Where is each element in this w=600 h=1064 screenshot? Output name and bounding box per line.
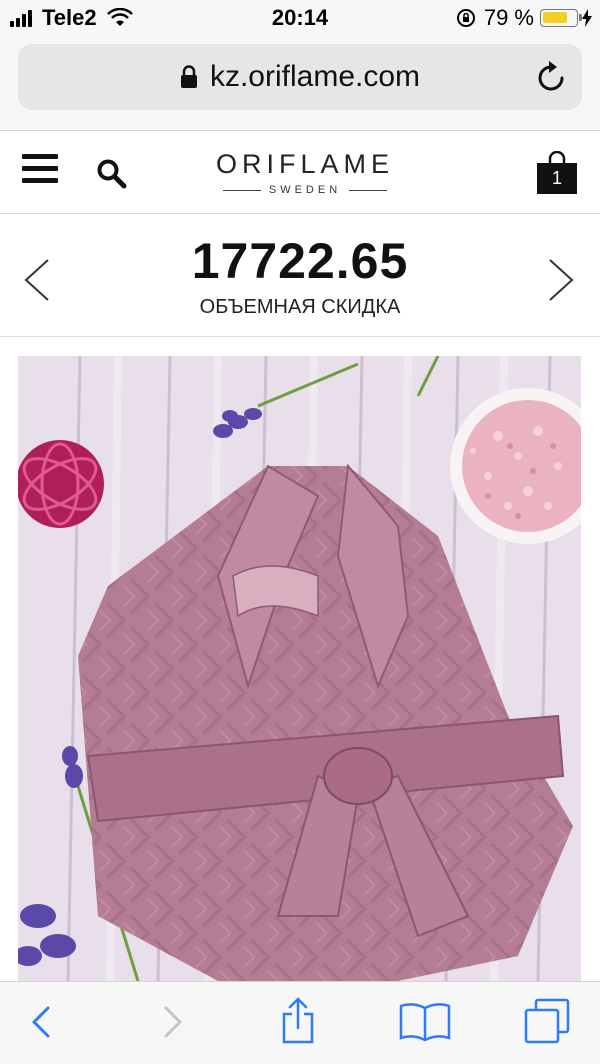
charging-icon: [582, 9, 592, 27]
cart-button[interactable]: 1: [536, 151, 578, 195]
oriflame-logo[interactable]: ORIFLAME SWEDEN: [200, 149, 410, 196]
search-icon[interactable]: [96, 158, 128, 190]
rotation-lock-icon: [456, 9, 475, 27]
lock-icon: [180, 65, 197, 88]
reload-icon[interactable]: [536, 60, 568, 94]
cart-count: 1: [551, 168, 562, 188]
hamburger-menu-icon[interactable]: [22, 154, 58, 186]
address-bar[interactable]: kz.oriflame.com: [18, 44, 582, 110]
promo-amount: 17722.65: [191, 233, 409, 289]
battery-percent: 79 %: [483, 5, 534, 30]
product-image[interactable]: [18, 356, 581, 981]
share-icon[interactable]: [278, 996, 318, 1046]
status-bar: Tele2 20:14 79 %: [0, 0, 600, 36]
promo-label: ОБЪЕМНАЯ СКИДКА: [199, 296, 401, 318]
chevron-right-icon[interactable]: [546, 258, 576, 302]
bookmarks-icon[interactable]: [398, 1000, 452, 1044]
logo-sub: SWEDEN: [268, 184, 342, 196]
logo-brand: ORIFLAME: [215, 149, 395, 179]
bathrobe-image: [18, 356, 581, 981]
url-text: kz.oriflame.com: [209, 60, 421, 93]
forward-icon[interactable]: [158, 1000, 188, 1044]
site-header: ORIFLAME SWEDEN 1: [0, 131, 600, 214]
back-icon[interactable]: [26, 1000, 56, 1044]
browser-toolbar: [0, 981, 600, 1064]
battery-icon: [540, 9, 582, 27]
promo-banner: 17722.65 ОБЪЕМНАЯ СКИДКА: [0, 214, 600, 337]
browser-address-area: kz.oriflame.com: [0, 36, 600, 131]
tabs-icon[interactable]: [522, 996, 572, 1046]
